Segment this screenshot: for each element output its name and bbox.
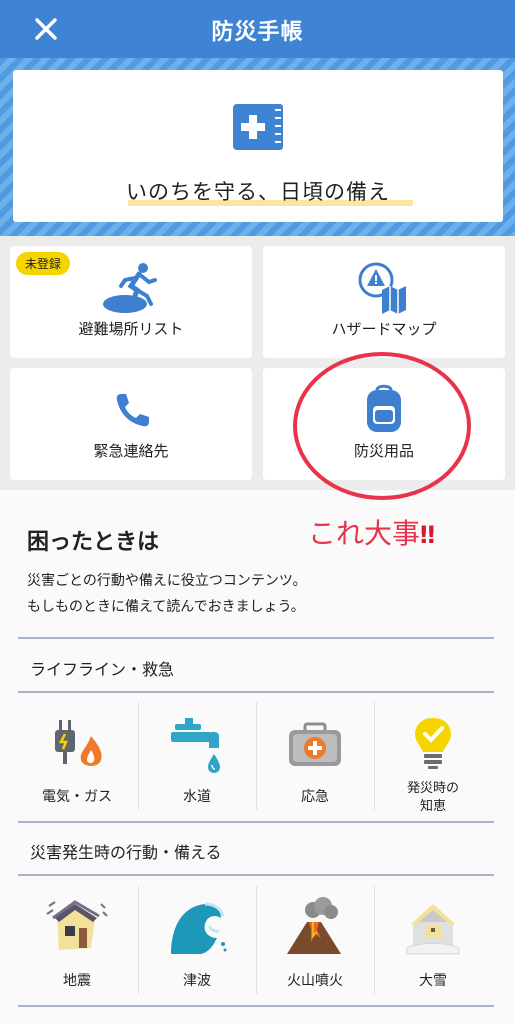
section-heading: 困ったときは	[27, 530, 160, 555]
tsunami-wave-icon	[171, 902, 227, 954]
app-header: 防災手帳	[0, 0, 515, 58]
annotation-circle	[293, 352, 471, 500]
divider	[18, 1005, 494, 1007]
hero-tagline: いのちを守る、日頃の備え	[126, 180, 390, 204]
item-volcano[interactable]: 火山噴火	[256, 886, 374, 996]
hero-banner: いのちを守る、日頃の備え	[0, 58, 515, 236]
divider	[18, 637, 494, 639]
menu-label: ハザードマップ	[331, 320, 437, 338]
item-disaster-wisdom[interactable]: 発災時の 知恵	[374, 702, 492, 814]
item-label: 発災時の 知恵	[406, 781, 459, 814]
volcano-icon	[287, 897, 341, 954]
menu-label: 避難場所リスト	[78, 320, 184, 338]
item-earthquake[interactable]: 地震	[18, 886, 136, 996]
faucet-icon	[171, 718, 220, 773]
phone-icon	[116, 394, 149, 427]
annotation-note: これ大事‼︎	[308, 517, 436, 550]
snow-house-icon	[406, 904, 460, 955]
page-title: 防災手帳	[211, 20, 304, 45]
hero-card: いのちを守る、日頃の備え	[13, 70, 503, 222]
plug-flame-icon	[55, 720, 102, 766]
first-aid-kit-icon	[289, 722, 341, 766]
category-title: 災害発生時の行動・備える	[30, 843, 222, 862]
item-first-aid[interactable]: 応急	[256, 702, 374, 812]
section-description: 災害ごとの行動や備えに役立つコンテンツ。 もしものときに備えて読んでおきましょう…	[27, 573, 307, 615]
menu-emergency-contacts[interactable]: 緊急連絡先	[10, 368, 252, 480]
earthquake-house-icon	[46, 900, 108, 950]
menu-label: 緊急連絡先	[93, 442, 169, 460]
item-label: 大雪	[419, 973, 447, 989]
item-label: 水道	[183, 789, 211, 805]
item-tsunami[interactable]: 津波	[138, 886, 256, 996]
evacuation-icon	[103, 263, 157, 313]
item-label: 電気・ガス	[42, 789, 112, 805]
menu-evacuation-list[interactable]: 未登録 避難場所リスト	[10, 246, 252, 358]
item-label: 火山噴火	[287, 973, 343, 989]
divider	[18, 821, 494, 823]
menu-hazard-map[interactable]: ハザードマップ	[263, 246, 505, 358]
item-label: 地震	[63, 973, 91, 989]
item-label: 津波	[183, 973, 211, 989]
item-electricity-gas[interactable]: 電気・ガス	[18, 702, 136, 812]
trouble-section: 困ったときは 災害ごとの行動や備えに役立つコンテンツ。 もしものときに備えて読ん…	[0, 490, 515, 1024]
category-title: ライフライン・救急	[30, 660, 175, 679]
item-water[interactable]: 水道	[138, 702, 256, 812]
first-aid-book-icon	[233, 104, 283, 150]
lightbulb-icon	[415, 718, 451, 769]
hazard-map-icon	[358, 262, 406, 314]
divider	[18, 691, 494, 693]
item-label: 応急	[301, 789, 329, 805]
item-heavy-snow[interactable]: 大雪	[374, 886, 492, 996]
divider	[18, 874, 494, 876]
